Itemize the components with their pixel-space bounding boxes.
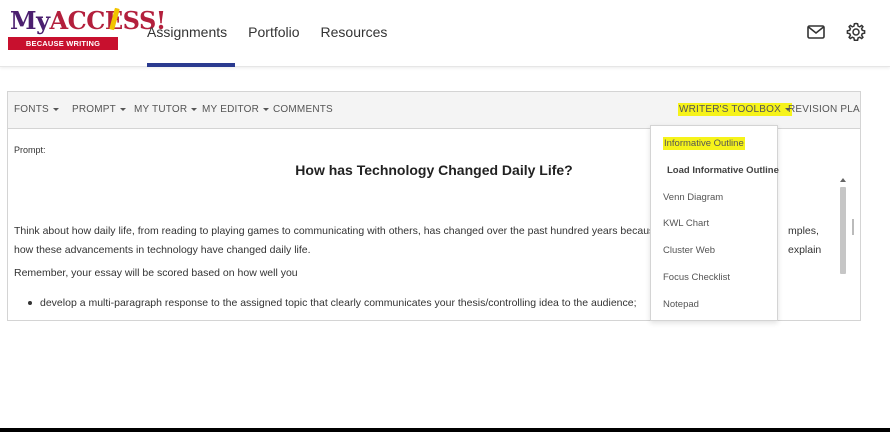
menu-item-venn-diagram[interactable]: Venn Diagram bbox=[663, 192, 723, 203]
prompt-label: Prompt: bbox=[14, 145, 46, 155]
main-nav: Assignments Portfolio Resources bbox=[147, 22, 408, 42]
scroll-up-arrow-icon bbox=[840, 178, 846, 182]
list-item: develop a multi-paragraph response to th… bbox=[28, 297, 637, 309]
logo-wordmark: MyACCESS! bbox=[10, 6, 166, 35]
writers-toolbox-dropdown: Informative Outline Load Informative Out… bbox=[650, 125, 779, 321]
gear-icon[interactable] bbox=[845, 21, 867, 43]
fonts-menu[interactable]: FONTS bbox=[14, 104, 59, 115]
comments-button[interactable]: COMMENTS bbox=[273, 104, 333, 115]
chevron-down-icon bbox=[52, 107, 59, 111]
nav-portfolio[interactable]: Portfolio bbox=[248, 22, 299, 42]
menu-item-notepad[interactable]: Notepad bbox=[663, 299, 699, 310]
logo-tagline: BECAUSE WRITING MATTERS bbox=[8, 37, 118, 61]
menu-item-load-informative-outline[interactable]: Load Informative Outline bbox=[667, 165, 779, 176]
editor-toolbar: FONTS PROMPT MY TUTOR MY EDITOR COMMENTS… bbox=[8, 92, 860, 129]
scroll-thumb bbox=[840, 187, 846, 274]
chevron-down-icon bbox=[119, 107, 126, 111]
nav-resources[interactable]: Resources bbox=[321, 22, 388, 42]
menu-item-informative-outline[interactable]: Informative Outline bbox=[663, 137, 745, 150]
menu-item-focus-checklist[interactable]: Focus Checklist bbox=[663, 272, 730, 283]
prompt-paragraph-2: Remember, your essay will be scored base… bbox=[14, 267, 298, 279]
chevron-down-icon bbox=[191, 107, 198, 111]
my-tutor-menu[interactable]: MY TUTOR bbox=[134, 104, 198, 115]
mail-icon[interactable] bbox=[805, 21, 827, 43]
bottom-border bbox=[0, 428, 890, 432]
prompt-menu[interactable]: PROMPT bbox=[72, 104, 126, 115]
writers-toolbox-menu[interactable]: WRITER'S TOOLBOX bbox=[678, 103, 792, 116]
my-editor-menu[interactable]: MY EDITOR bbox=[202, 104, 269, 115]
myaccess-logo[interactable]: MyACCESS! BECAUSE WRITING MATTERS bbox=[8, 6, 166, 61]
chevron-down-icon bbox=[263, 107, 269, 111]
menu-item-kwl-chart[interactable]: KWL Chart bbox=[663, 218, 709, 229]
content-scrollbar[interactable] bbox=[838, 175, 848, 320]
top-navigation-bar: MyACCESS! BECAUSE WRITING MATTERS Assign… bbox=[0, 0, 890, 67]
outer-scrollbar[interactable] bbox=[852, 219, 854, 235]
menu-item-cluster-web[interactable]: Cluster Web bbox=[663, 245, 715, 256]
nav-assignments[interactable]: Assignments bbox=[147, 22, 227, 42]
revision-plan-button[interactable]: REVISION PLAN bbox=[788, 104, 860, 115]
active-tab-indicator bbox=[147, 63, 235, 67]
